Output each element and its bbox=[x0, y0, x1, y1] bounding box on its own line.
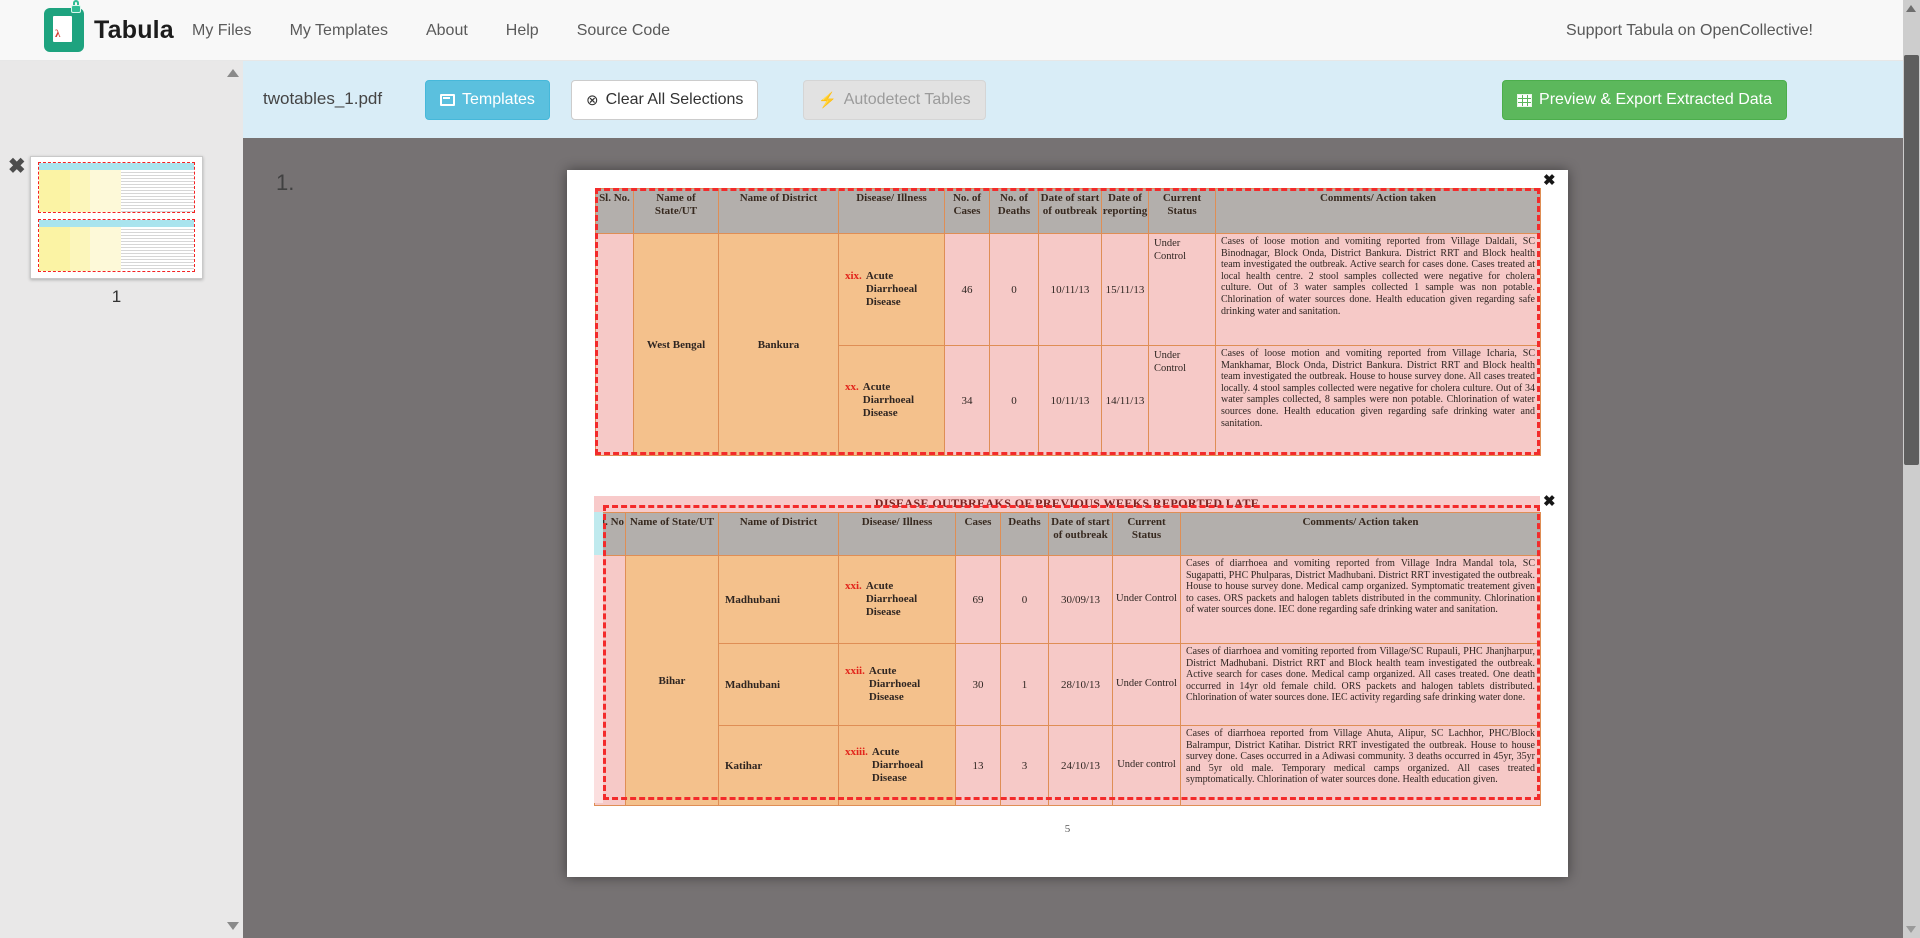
tabula-logo-icon: λ bbox=[44, 8, 84, 52]
page-thumbnail[interactable] bbox=[30, 156, 203, 279]
thumb-cell bbox=[70, 227, 90, 271]
thumb-cell bbox=[70, 170, 90, 212]
scrollbar-down-icon[interactable] bbox=[1906, 926, 1916, 933]
selection-1-close-icon[interactable]: ✖ bbox=[1543, 174, 1556, 188]
scroll-up-icon[interactable] bbox=[227, 69, 239, 77]
autodetect-tables-button[interactable]: ⚡ Autodetect Tables bbox=[803, 80, 986, 120]
templates-button-label: Templates bbox=[462, 91, 535, 109]
scrollbar-up-icon[interactable] bbox=[1906, 5, 1916, 12]
document-filename: twotables_1.pdf bbox=[263, 89, 382, 109]
clear-circle-x-icon: ⊗ bbox=[586, 93, 599, 108]
thumbnail-page-number: 1 bbox=[30, 287, 203, 307]
thumb-cell bbox=[39, 170, 70, 212]
selection-2-close-icon[interactable]: ✖ bbox=[1543, 495, 1556, 509]
support-link[interactable]: Support Tabula on OpenCollective! bbox=[1566, 22, 1813, 40]
selection-region-1[interactable] bbox=[595, 188, 1540, 455]
tabula-app: λ Tabula My Files My Templates About Hel… bbox=[0, 0, 1920, 938]
clear-all-selections-button[interactable]: ⊗ Clear All Selections bbox=[571, 80, 758, 120]
remove-page-button[interactable]: ✖ bbox=[8, 157, 26, 177]
scrollbar-thumb[interactable] bbox=[1904, 55, 1919, 465]
sidebar: ✖ 1 bbox=[0, 61, 243, 938]
document-viewport: 1. Sl. No. Name of State/UT Name of Dist… bbox=[243, 138, 1903, 938]
lock-icon bbox=[71, 5, 81, 13]
scroll-down-icon[interactable] bbox=[227, 922, 239, 930]
thumb-table-header bbox=[39, 163, 194, 170]
thumbnail-selection-2 bbox=[38, 219, 195, 272]
thumb-text-lines bbox=[121, 227, 194, 271]
preview-export-button[interactable]: Preview & Export Extracted Data bbox=[1502, 80, 1787, 120]
window-scrollbar[interactable] bbox=[1903, 0, 1920, 938]
templates-button[interactable]: Templates bbox=[425, 80, 550, 120]
export-button-label: Preview & Export Extracted Data bbox=[1539, 91, 1772, 109]
nav-source-code[interactable]: Source Code bbox=[577, 22, 670, 40]
page-index-marker: 1. bbox=[276, 170, 294, 196]
pdf-glyph-icon: λ bbox=[55, 28, 60, 40]
nav-my-files[interactable]: My Files bbox=[192, 22, 252, 40]
spreadsheet-icon bbox=[1517, 94, 1532, 107]
nav-my-templates[interactable]: My Templates bbox=[290, 22, 388, 40]
thumb-cell bbox=[90, 170, 121, 212]
nav-links: My Files My Templates About Help Source … bbox=[192, 0, 670, 61]
thumbnail-selection-1 bbox=[38, 162, 195, 213]
unselected-header-strip bbox=[594, 512, 603, 555]
autodetect-button-label: Autodetect Tables bbox=[844, 91, 971, 109]
toolbar: twotables_1.pdf Templates ⊗ Clear All Se… bbox=[243, 61, 1903, 138]
navbar: λ Tabula My Files My Templates About Hel… bbox=[0, 0, 1903, 61]
brand-title: Tabula bbox=[94, 16, 174, 45]
pdf-page[interactable]: Sl. No. Name of State/UT Name of Distric… bbox=[567, 170, 1568, 877]
nav-about[interactable]: About bbox=[426, 22, 468, 40]
nav-help[interactable]: Help bbox=[506, 22, 539, 40]
thumb-text-lines bbox=[121, 170, 194, 212]
thumb-cell bbox=[39, 227, 70, 271]
pdf-page-number: 5 bbox=[567, 823, 1568, 835]
lightning-icon: ⚡ bbox=[818, 93, 837, 108]
thumb-table-header bbox=[39, 220, 194, 227]
templates-icon bbox=[440, 94, 455, 106]
unselected-body-strip bbox=[594, 555, 603, 803]
sidebar-scrollbar[interactable] bbox=[225, 61, 239, 938]
selection-region-2[interactable] bbox=[603, 505, 1540, 800]
thumb-cell bbox=[90, 227, 121, 271]
clear-button-label: Clear All Selections bbox=[606, 91, 744, 109]
brand-logo-link[interactable]: λ Tabula bbox=[44, 8, 174, 52]
